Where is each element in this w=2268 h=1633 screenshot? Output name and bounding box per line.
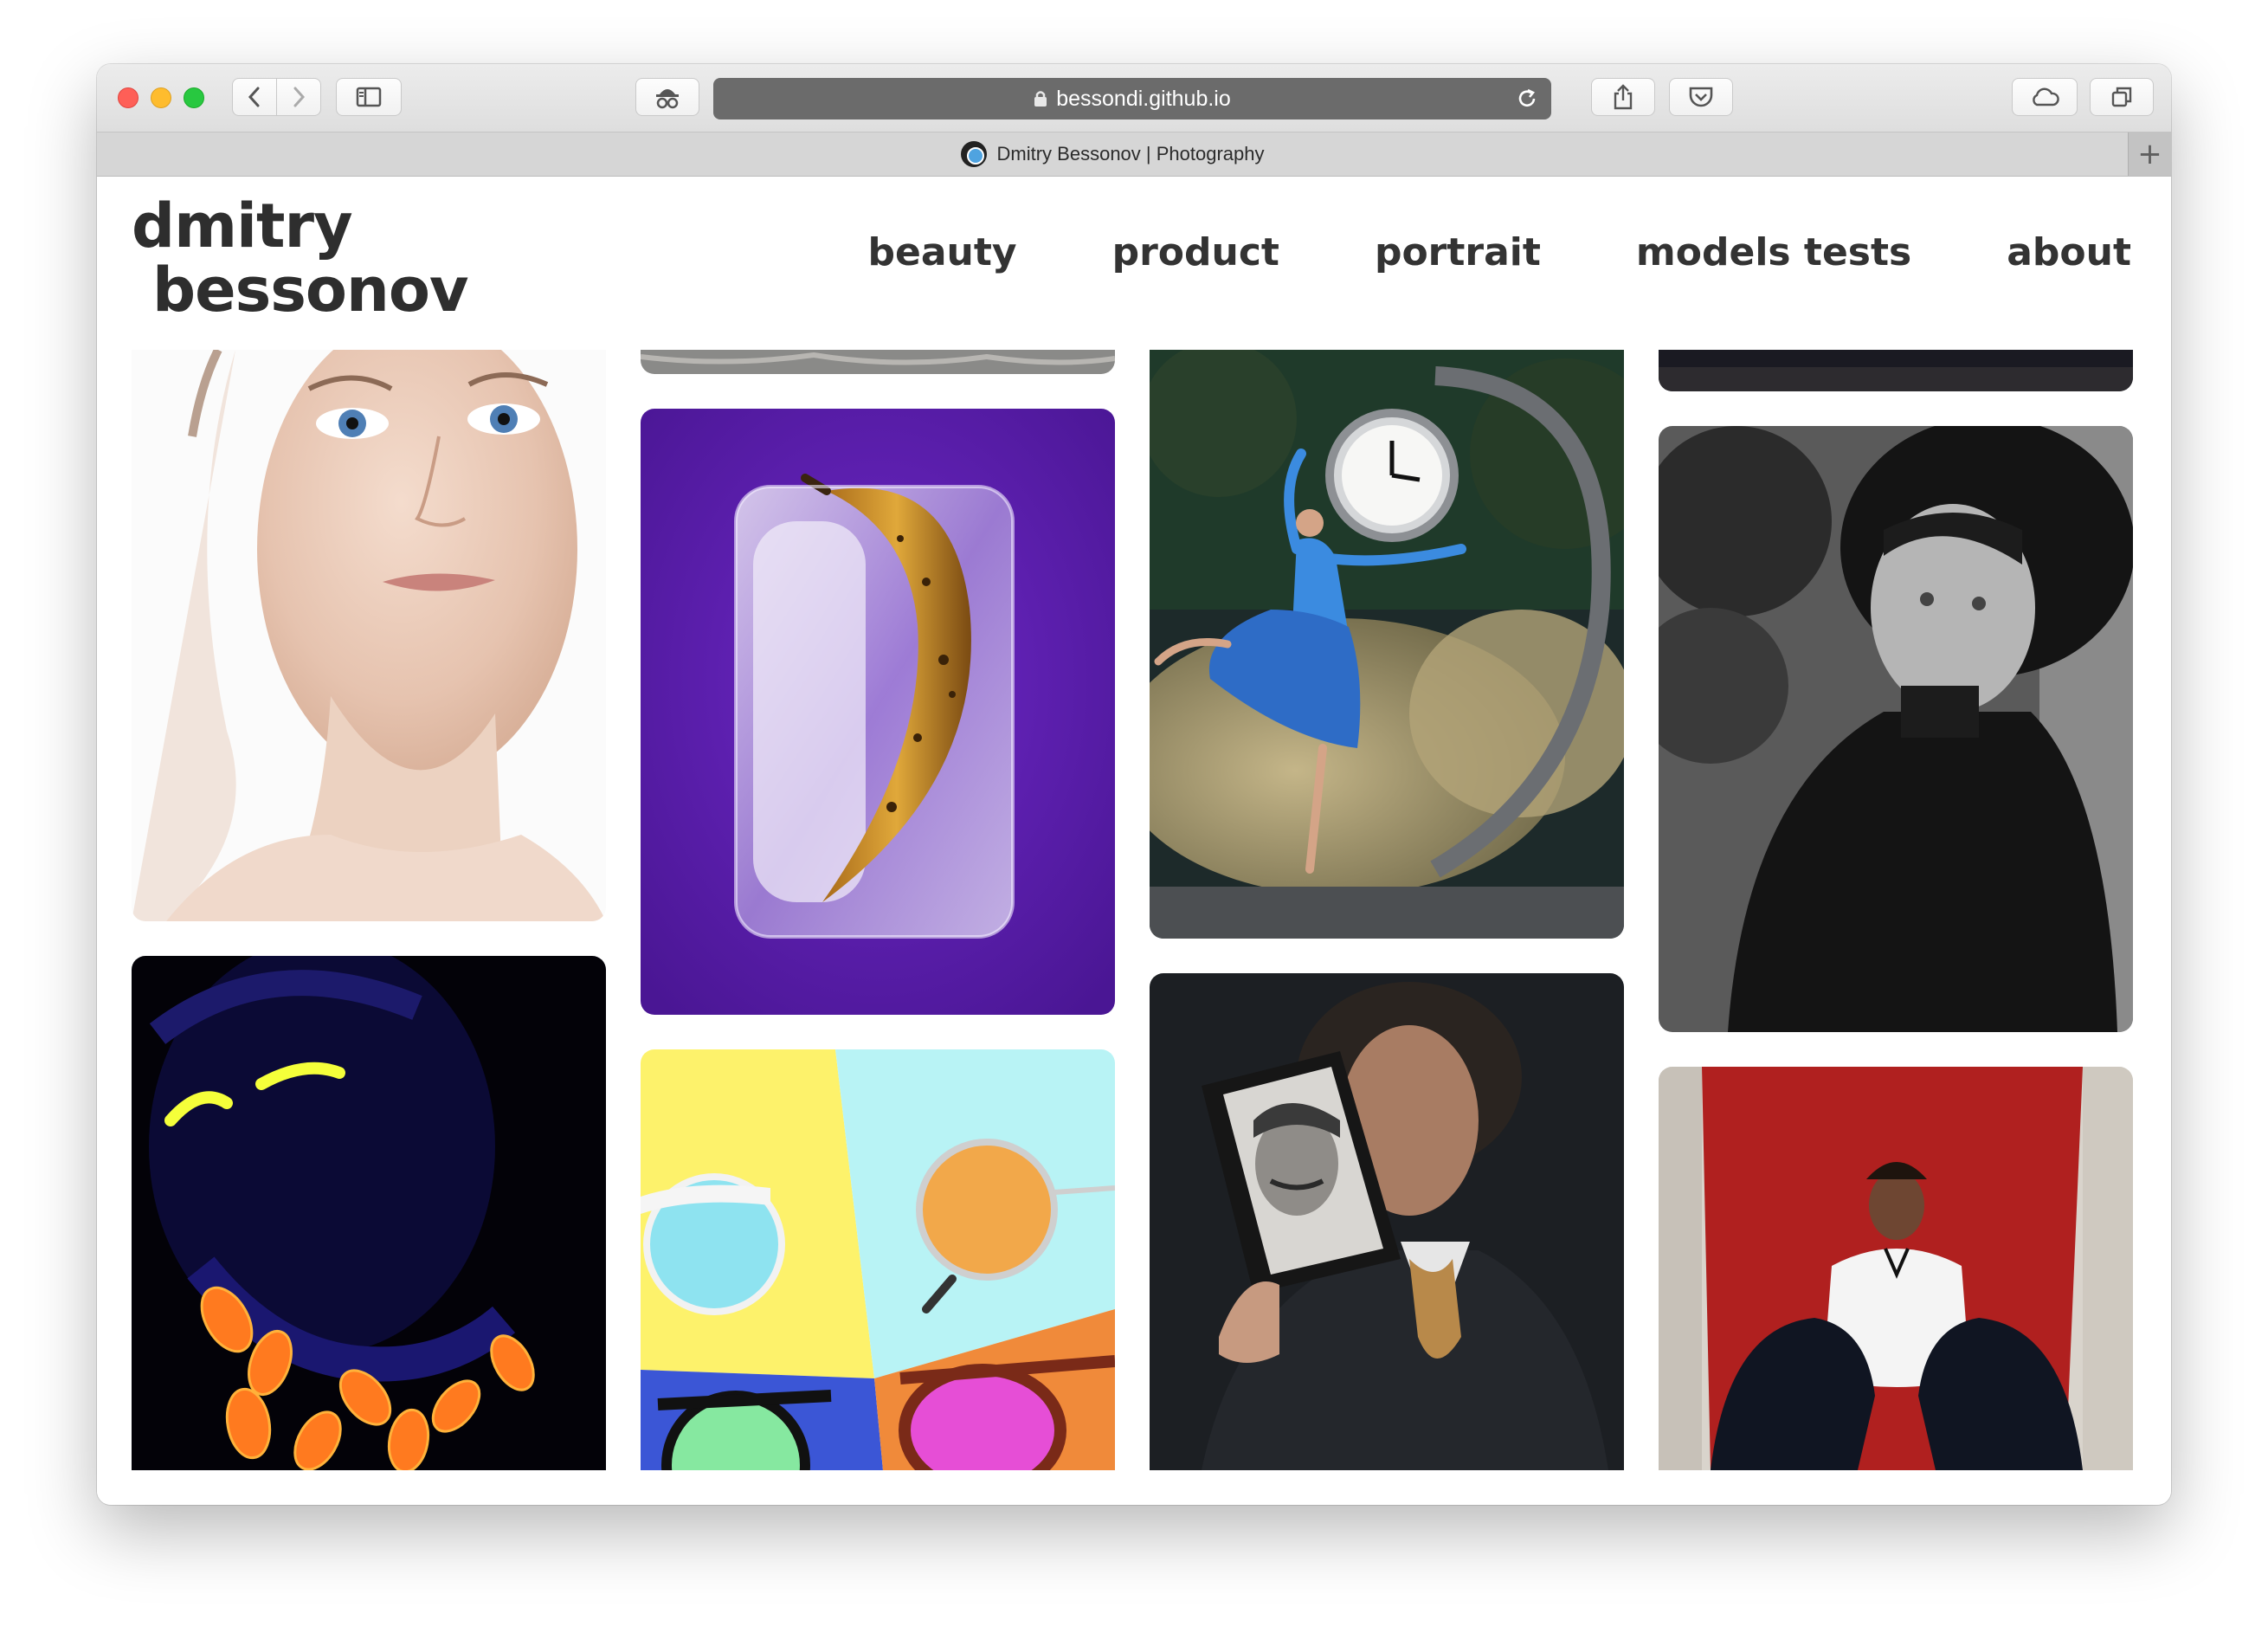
chevron-right-icon [293, 87, 306, 107]
photo-ballerina-clock[interactable] [1150, 350, 1624, 939]
icloud-tabs-button[interactable] [2012, 78, 2078, 116]
tab-bar: Dmitry Bessonov | Photography + [97, 132, 2171, 177]
bw-hat-portrait-image [1659, 426, 2133, 1032]
site-logo[interactable]: dmitry bessonov [132, 194, 469, 326]
reload-icon[interactable] [1515, 87, 1539, 111]
nav-beauty[interactable]: beauty [868, 230, 1017, 274]
uv-makeup-image [132, 956, 606, 1470]
pocket-icon [1689, 87, 1713, 107]
tab-title: Dmitry Bessonov | Photography [996, 143, 1265, 165]
logo-line-2: bessonov [152, 255, 469, 326]
photo-man-with-book[interactable] [1150, 973, 1624, 1470]
grey-texture-image [641, 350, 1115, 374]
logo-line-1: dmitry [132, 190, 353, 261]
share-icon [1614, 84, 1633, 110]
incognito-icon [656, 89, 679, 109]
ballerina-image [1150, 350, 1624, 939]
photo-beauty-portrait[interactable] [132, 350, 606, 921]
browser-window: bessondi.github.io Dmitry Bessonov | Pho… [97, 64, 2171, 1505]
url-text: bessondi.github.io [1056, 86, 1231, 111]
forward-button[interactable] [276, 78, 321, 116]
minimize-window-button[interactable] [151, 87, 171, 108]
nav-models-tests[interactable]: models tests [1636, 230, 1911, 274]
photo-girl-red-door[interactable] [1659, 1067, 2133, 1470]
sidebar-icon [356, 87, 382, 107]
browser-toolbar: bessondi.github.io [97, 64, 2171, 132]
tab-overview-button[interactable] [2090, 78, 2154, 116]
photo-frozen-banana[interactable] [641, 409, 1115, 1015]
beauty-portrait-image [132, 350, 606, 921]
photo-sunglasses[interactable] [641, 1049, 1115, 1470]
close-window-button[interactable] [118, 87, 139, 108]
nav-portrait[interactable]: portrait [1375, 230, 1541, 274]
privacy-report-button[interactable] [635, 78, 699, 116]
photo-uv-neon-makeup[interactable] [132, 956, 606, 1470]
photo-top-cropped-dark[interactable] [1659, 350, 2133, 391]
share-button[interactable] [1591, 78, 1655, 116]
cloud-icon [2033, 87, 2059, 106]
camera-favicon-icon [960, 141, 987, 167]
main-nav: beauty product portrait models tests abo… [773, 230, 2131, 274]
chevron-left-icon [248, 87, 260, 107]
sidebar-toggle-button[interactable] [336, 78, 402, 116]
active-tab[interactable]: Dmitry Bessonov | Photography [97, 132, 2128, 176]
frozen-banana-image [641, 409, 1115, 1015]
address-bar[interactable]: bessondi.github.io [713, 78, 1551, 119]
nav-product[interactable]: product [1112, 230, 1279, 274]
new-tab-button[interactable]: + [2128, 132, 2171, 176]
nav-about[interactable]: about [2007, 230, 2131, 274]
tabs-overview-icon [2111, 87, 2132, 107]
back-button[interactable] [232, 78, 277, 116]
lock-icon [1034, 91, 1047, 106]
photo-bw-hat-portrait[interactable] [1659, 426, 2133, 1032]
man-book-image [1150, 973, 1624, 1470]
web-page: dmitry bessonov beauty product portrait … [97, 177, 2171, 1505]
zoom-window-button[interactable] [184, 87, 204, 108]
dark-cropped-image [1659, 350, 2133, 391]
pocket-button[interactable] [1669, 78, 1733, 116]
photo-top-cropped[interactable] [641, 350, 1115, 374]
sunglasses-image [641, 1049, 1115, 1470]
girl-red-door-image [1659, 1067, 2133, 1470]
